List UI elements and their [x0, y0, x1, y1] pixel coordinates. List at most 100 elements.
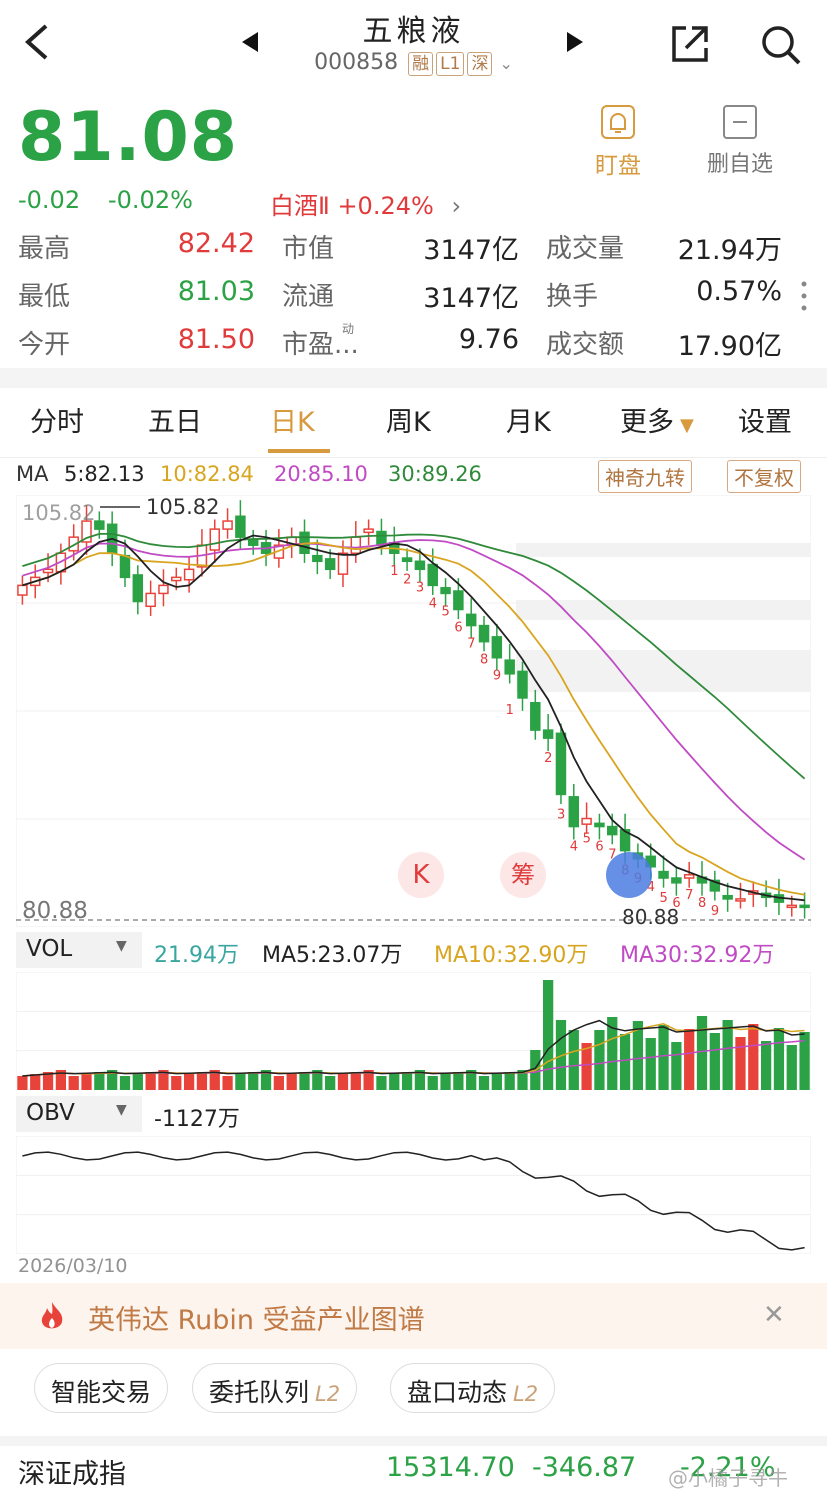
- candle-body: [465, 613, 477, 627]
- volume-bar: [722, 1020, 733, 1090]
- book-dynamics-button[interactable]: 盘口动态 L2: [390, 1363, 556, 1413]
- stat-value-turnover: 0.57%: [696, 276, 782, 307]
- volume-bar: [453, 1072, 464, 1090]
- price-change: -0.02: [18, 186, 81, 214]
- candle-body: [171, 576, 182, 582]
- candle-body: [350, 536, 362, 554]
- adjust-type-button[interactable]: 不复权: [727, 460, 801, 493]
- k-icon-button[interactable]: K: [398, 852, 444, 898]
- minus-box-icon: [723, 105, 757, 139]
- candle-body: [145, 592, 156, 608]
- price-gap-band: [516, 600, 811, 620]
- volume-bar: [376, 1076, 387, 1090]
- nine-turn-count: 4: [429, 596, 437, 611]
- volume-bar: [235, 1074, 246, 1090]
- stat-label-mktcap: 市值: [282, 234, 335, 264]
- candle-body: [324, 558, 336, 571]
- volume-chart[interactable]: [16, 972, 811, 1090]
- remove-label: 删自选: [706, 152, 773, 177]
- volume-bar: [337, 1074, 349, 1090]
- volume-bar: [286, 1074, 297, 1090]
- tab-five-day[interactable]: 五日: [148, 400, 202, 439]
- caret-down-icon: ▼: [116, 1102, 127, 1118]
- nine-turn-count: 3: [557, 807, 565, 822]
- sector-link[interactable]: 白酒Ⅱ +0.24% ›: [270, 186, 461, 221]
- stat-value-high: 82.42: [177, 228, 255, 259]
- level-tag: L1: [436, 52, 465, 76]
- market-tag: 深: [467, 52, 493, 76]
- nine-turn-count: 5: [660, 891, 668, 906]
- stat-value-mktcap: 3147亿: [423, 235, 519, 266]
- book-dynamics-label: 盘口动态: [407, 1378, 508, 1407]
- tab-intraday[interactable]: 分时: [30, 400, 84, 439]
- volume-bar: [68, 1076, 79, 1090]
- volume-bar: [671, 1042, 682, 1090]
- volume-bar: [504, 1072, 515, 1090]
- chevron-right-icon: ›: [451, 192, 462, 220]
- smart-trade-button[interactable]: 智能交易: [34, 1363, 169, 1413]
- volume-bar: [196, 1072, 208, 1090]
- candle-body: [94, 520, 105, 530]
- obv-selector[interactable]: OBV ▼: [16, 1096, 142, 1132]
- external-link-icon: [672, 26, 708, 62]
- nine-turn-count: 5: [583, 832, 591, 847]
- tab-settings[interactable]: 设置: [738, 400, 792, 439]
- volume-bar: [273, 1076, 284, 1090]
- active-tab-indicator: [268, 449, 330, 453]
- stat-label-open: 今开: [18, 330, 71, 360]
- sector-text: 白酒Ⅱ +0.24%: [270, 192, 434, 220]
- stat-label-high: 最高: [18, 234, 71, 264]
- banner-text: 英伟达 Rubin 受益产业图谱: [88, 1305, 425, 1336]
- nine-turn-count: 6: [454, 621, 462, 636]
- candle-body: [209, 528, 220, 551]
- tab-daily-k[interactable]: 日K: [270, 400, 315, 439]
- date-label: 2026/03/10: [18, 1255, 128, 1277]
- candle-body: [799, 904, 810, 909]
- volume-bar: [427, 1076, 438, 1090]
- tab-monthly-k[interactable]: 月K: [506, 400, 551, 439]
- stat-value-amount: 17.90亿: [677, 331, 782, 362]
- close-icon[interactable]: ✕: [763, 1300, 785, 1330]
- share-button[interactable]: [670, 24, 710, 68]
- candle-body: [42, 568, 54, 574]
- nine-turn-count: 6: [595, 840, 603, 855]
- obv-chart[interactable]: [16, 1136, 811, 1254]
- chevron-down-icon: ⌄: [499, 54, 513, 73]
- tab-more-label: 更多: [620, 407, 674, 438]
- stat-value-pe: 9.76: [458, 324, 519, 355]
- candle-body: [568, 796, 580, 828]
- volume-bar: [543, 980, 554, 1090]
- candle-body: [517, 670, 528, 699]
- candle-body: [722, 894, 733, 900]
- candle-body: [312, 554, 323, 563]
- current-price: 81.08: [18, 98, 239, 177]
- search-icon: [762, 26, 801, 65]
- search-button[interactable]: [760, 24, 802, 70]
- low-marker-label: 80.88: [622, 905, 680, 929]
- nine-turn-count: 9: [711, 904, 719, 919]
- candle-body: [671, 877, 682, 884]
- candle-body: [247, 538, 259, 546]
- remove-watchlist-button[interactable]: 删自选: [700, 104, 780, 178]
- price-change-pct: -0.02%: [108, 186, 193, 214]
- candle-body: [542, 729, 554, 739]
- chip-distribution-button[interactable]: 筹: [500, 852, 546, 898]
- order-queue-button[interactable]: 委托队列 L2: [192, 1363, 358, 1413]
- volume-bar: [684, 1029, 695, 1090]
- tab-more[interactable]: 更多 ▼: [620, 400, 694, 439]
- watch-button[interactable]: 盯盘: [590, 104, 646, 180]
- candle-body: [363, 528, 374, 534]
- gamepad-icon[interactable]: [606, 852, 652, 898]
- candle-body: [491, 636, 503, 659]
- tab-weekly-k[interactable]: 周K: [386, 400, 431, 439]
- candle-body: [607, 825, 618, 836]
- nine-turn-count: 7: [685, 888, 693, 903]
- more-vertical-icon[interactable]: [799, 280, 809, 318]
- vol-selector[interactable]: VOL ▼: [16, 932, 142, 968]
- volume-bar: [325, 1076, 336, 1090]
- stat-label-float: 流通: [282, 282, 335, 312]
- volume-bar: [81, 1074, 92, 1090]
- nine-turn-count: 9: [493, 669, 501, 684]
- magic-nine-button[interactable]: 神奇九转: [598, 460, 692, 493]
- volume-bar: [709, 1033, 720, 1090]
